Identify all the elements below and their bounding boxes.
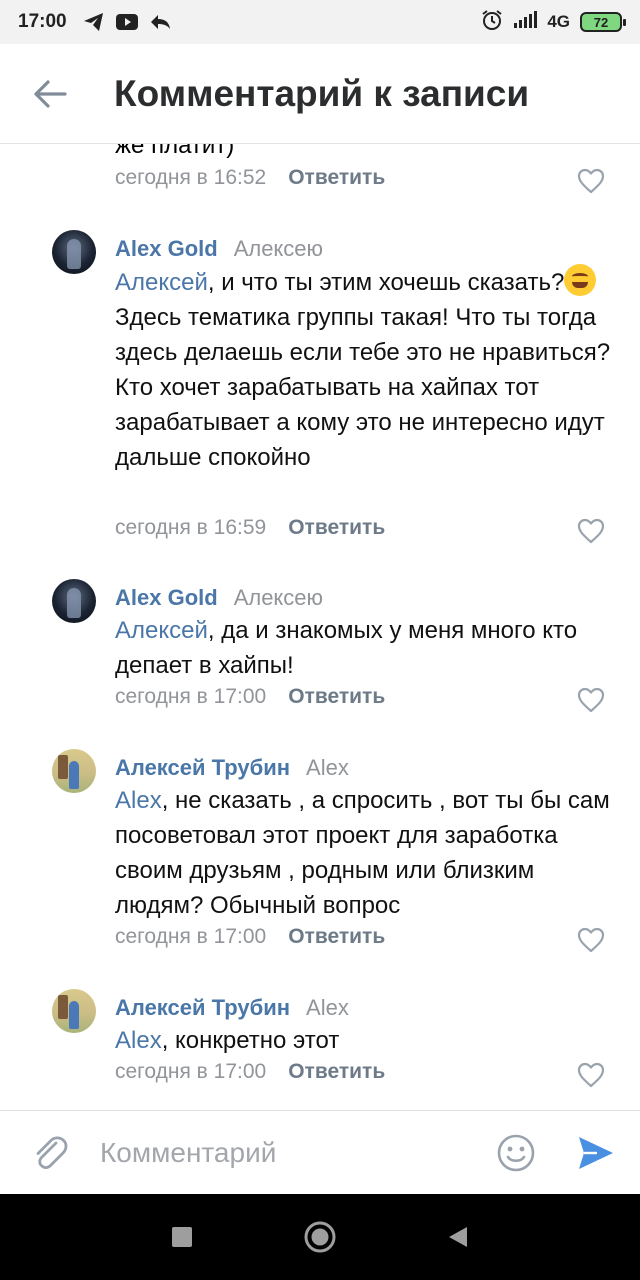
comment-body-continued: Здесь тематика группы такая! Что ты тогд… — [115, 304, 611, 471]
reply-to: Alex — [306, 995, 349, 1020]
comment-text: Alex, конкретно этот — [115, 1023, 615, 1058]
like-icon[interactable] — [577, 168, 605, 194]
comment-text: Alex, не сказать , а спросить , вот ты б… — [115, 783, 615, 923]
smile-icon — [497, 1134, 535, 1171]
author-name[interactable]: Алексей Трубин — [115, 995, 290, 1021]
comment-header: Alex Gold Алексею — [115, 585, 323, 611]
comment-date: сегодня в 17:00 — [115, 925, 267, 948]
reply-to: Алексею — [233, 585, 324, 610]
triangle-back-icon — [449, 1227, 467, 1247]
comment-body: , и что ты этим хочешь сказать? — [207, 269, 565, 296]
circle-icon — [304, 1221, 336, 1253]
avatar[interactable] — [52, 749, 96, 793]
comment-meta: сегодня в 17:00 Ответить — [115, 925, 385, 949]
mention-link[interactable]: Alex — [115, 1027, 162, 1054]
attach-button[interactable] — [0, 1111, 100, 1195]
comment-date: сегодня в 16:52 — [115, 166, 267, 189]
network-type: 4G — [547, 12, 570, 31]
comment-header: Алексей Трубин Alex — [115, 755, 349, 781]
author-name[interactable]: Alex Gold — [115, 236, 218, 262]
previous-comment-meta: сегодня в 16:52 Ответить — [115, 166, 385, 190]
rofl-emoji-icon — [564, 264, 597, 296]
comment-body: , конкретно этот — [161, 1027, 340, 1054]
app-screen: 17:00 4G 72 Комментарий к записи же плат… — [0, 0, 640, 1280]
reply-button[interactable]: Ответить — [288, 925, 385, 949]
square-icon — [172, 1227, 192, 1247]
mention-link[interactable]: Алексей — [115, 617, 208, 644]
home-button[interactable] — [300, 1217, 340, 1257]
back-nav-button[interactable] — [438, 1217, 478, 1257]
avatar[interactable] — [52, 989, 96, 1033]
status-right: 4G 72 — [481, 9, 626, 36]
comment-text: Алексей, и что ты этим хочешь сказать? З… — [115, 264, 615, 475]
comment-input-bar — [0, 1110, 640, 1194]
like-icon[interactable] — [577, 927, 605, 953]
reply-arrow-icon — [149, 13, 171, 31]
like-icon[interactable] — [577, 1062, 605, 1088]
status-bar: 17:00 4G 72 — [0, 0, 640, 44]
comments-feed[interactable]: же платит) сегодня в 16:52 Ответить Alex… — [0, 144, 640, 1110]
author-name[interactable]: Alex Gold — [115, 585, 218, 611]
battery-icon: 72 — [580, 12, 626, 32]
comment-header: Alex Gold Алексею — [115, 236, 323, 262]
mention-link[interactable]: Алексей — [115, 269, 208, 296]
system-nav-bar — [0, 1194, 640, 1280]
reply-button[interactable]: Ответить — [288, 166, 385, 190]
arrow-left-icon — [34, 79, 67, 108]
comment-date: сегодня в 17:00 — [115, 685, 267, 708]
reply-to: Alex — [306, 755, 349, 780]
comment-date: сегодня в 16:59 — [115, 516, 267, 539]
telegram-icon — [83, 12, 105, 32]
previous-comment-text: же платит) — [115, 144, 235, 159]
mention-link[interactable]: Alex — [115, 787, 162, 814]
send-icon — [579, 1136, 613, 1169]
header: Комментарий к записи — [0, 44, 640, 144]
paperclip-icon — [36, 1135, 68, 1169]
signal-icon — [513, 10, 538, 34]
back-button[interactable] — [0, 44, 100, 144]
alarm-icon — [481, 9, 503, 36]
youtube-icon — [115, 13, 139, 31]
comment-meta: сегодня в 17:00 Ответить — [115, 1060, 385, 1084]
author-name[interactable]: Алексей Трубин — [115, 755, 290, 781]
comment-body: , не сказать , а спросить , вот ты бы са… — [115, 787, 610, 919]
page-title: Комментарий к записи — [114, 72, 530, 114]
comment-date: сегодня в 17:00 — [115, 1060, 267, 1083]
comment-meta: сегодня в 17:00 Ответить — [115, 685, 385, 709]
reply-to: Алексею — [233, 236, 324, 261]
emoji-button[interactable] — [486, 1111, 546, 1195]
like-icon[interactable] — [577, 687, 605, 713]
like-icon[interactable] — [577, 518, 605, 544]
reply-button[interactable]: Ответить — [288, 516, 385, 540]
avatar[interactable] — [52, 230, 96, 274]
comment-header: Алексей Трубин Alex — [115, 995, 349, 1021]
send-button[interactable] — [564, 1111, 628, 1195]
recents-button[interactable] — [162, 1217, 202, 1257]
reply-button[interactable]: Ответить — [288, 685, 385, 709]
status-time: 17:00 — [18, 11, 67, 32]
reply-button[interactable]: Ответить — [288, 1060, 385, 1084]
comment-text: Алексей, да и знакомых у меня много кто … — [115, 613, 595, 683]
avatar[interactable] — [52, 579, 96, 623]
comment-meta: сегодня в 16:59 Ответить — [115, 516, 385, 540]
comment-input[interactable] — [100, 1136, 486, 1169]
